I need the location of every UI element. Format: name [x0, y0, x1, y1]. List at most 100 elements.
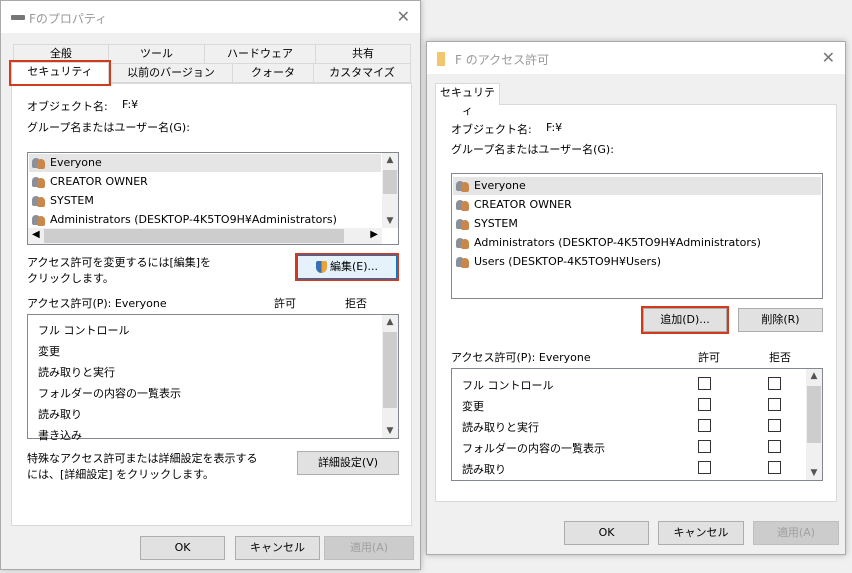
tab-label: 以前のバージョン — [127, 66, 215, 79]
tab-tools[interactable]: ツール — [108, 44, 205, 64]
button-label: キャンセル — [673, 526, 729, 539]
user-group-icon — [32, 176, 46, 188]
permissions-list[interactable]: フル コントロール 変更 読み取りと実行 フォルダーの内容の一覧表示 読み取り … — [27, 314, 399, 442]
add-button[interactable]: 追加(D)... — [641, 306, 729, 334]
permission-list-folder: フォルダーの内容の一覧表示 — [462, 442, 605, 455]
button-label: キャンセル — [250, 541, 305, 554]
button-label: OK — [598, 526, 615, 539]
button-label: 詳細設定(V) — [317, 456, 379, 469]
group-label: グループ名またはユーザー名(G): — [27, 121, 190, 134]
allow-checkbox[interactable] — [698, 377, 711, 390]
user-group-icon — [456, 256, 470, 268]
deny-checkbox[interactable] — [768, 398, 781, 411]
tab-label: セキュリティ — [27, 65, 93, 78]
scroll-down-icon[interactable]: ▼ — [806, 468, 822, 478]
user-name: SYSTEM — [474, 217, 518, 230]
user-name: Everyone — [474, 179, 526, 192]
button-label: 適用(A) — [349, 541, 389, 554]
allow-checkbox[interactable] — [698, 461, 711, 474]
tab-sharing[interactable]: 共有 — [315, 44, 411, 64]
button-label: 適用(A) — [776, 526, 816, 539]
scroll-up-icon[interactable]: ▲ — [382, 317, 398, 327]
scroll-right-icon[interactable]: ▶ — [370, 229, 378, 240]
list-item[interactable]: Users (DESKTOP-4K5TO9H¥Users) — [456, 253, 661, 271]
tab-label: 共有 — [352, 47, 374, 60]
user-group-icon — [456, 199, 470, 211]
apply-button[interactable]: 適用(A) — [324, 536, 414, 560]
folder-icon — [437, 52, 445, 66]
advanced-button[interactable]: 詳細設定(V) — [297, 451, 399, 475]
allow-header: 許可 — [698, 351, 720, 364]
tab-label: ハードウェア — [227, 47, 293, 60]
edit-hint-line1: アクセス許可を変更するには[編集]を — [27, 256, 212, 269]
user-name: Users (DESKTOP-4K5TO9H¥Users) — [474, 255, 662, 268]
user-list[interactable]: Everyone CREATOR OWNER SYSTEM Administra… — [27, 152, 399, 245]
vertical-scrollbar[interactable]: ▲ ▼ — [806, 369, 822, 480]
user-list[interactable]: Everyone CREATOR OWNER SYSTEM Administra… — [451, 173, 823, 299]
tab-label: ツール — [140, 47, 173, 60]
scroll-left-icon[interactable]: ◀ — [32, 229, 40, 240]
vertical-scrollbar[interactable]: ▲ ▼ — [382, 153, 398, 228]
list-item[interactable]: SYSTEM — [32, 192, 94, 210]
close-icon[interactable]: ✕ — [397, 7, 410, 26]
tab-customize[interactable]: カスタマイズ — [313, 63, 411, 83]
horizontal-scrollbar[interactable]: ◀ ▶ — [28, 228, 382, 244]
user-group-icon — [32, 214, 46, 226]
tab-security[interactable]: セキュリティ — [9, 60, 111, 86]
list-item[interactable]: CREATOR OWNER — [32, 173, 148, 191]
edit-button[interactable]: 編集(E)... — [295, 253, 399, 281]
list-item[interactable]: Administrators (DESKTOP-4K5TO9H¥Administ… — [456, 234, 761, 252]
scroll-up-icon[interactable]: ▲ — [382, 155, 398, 165]
list-item[interactable]: SYSTEM — [456, 215, 518, 233]
list-item[interactable]: Administrators (DESKTOP-4K5TO9H¥Administ… — [32, 211, 337, 229]
security-panel: オブジェクト名: F:¥ グループ名またはユーザー名(G): Everyone … — [435, 104, 837, 502]
scroll-down-icon[interactable]: ▼ — [382, 426, 398, 436]
apply-button[interactable]: 適用(A) — [753, 521, 839, 545]
shield-icon — [315, 261, 327, 273]
permission-modify: 変更 — [462, 400, 484, 413]
permissions-header: アクセス許可(P): Everyone — [451, 351, 591, 364]
close-icon[interactable]: ✕ — [822, 48, 835, 67]
deny-checkbox[interactable] — [768, 461, 781, 474]
user-name: Administrators (DESKTOP-4K5TO9H¥Administ… — [474, 236, 761, 249]
tab-general[interactable]: 全般 — [13, 44, 109, 64]
allow-checkbox[interactable] — [698, 440, 711, 453]
deny-checkbox[interactable] — [768, 377, 781, 390]
user-group-icon — [456, 237, 470, 249]
button-label: OK — [174, 541, 191, 554]
scroll-up-icon[interactable]: ▲ — [806, 371, 822, 381]
deny-checkbox[interactable] — [768, 440, 781, 453]
permission-full-control: フル コントロール — [38, 324, 130, 337]
allow-checkbox[interactable] — [698, 419, 711, 432]
cancel-button[interactable]: キャンセル — [235, 536, 320, 560]
deny-header: 拒否 — [769, 351, 791, 364]
remove-button[interactable]: 削除(R) — [738, 308, 823, 332]
tab-hardware[interactable]: ハードウェア — [204, 44, 316, 64]
list-item[interactable]: Everyone — [453, 177, 821, 195]
list-item[interactable]: Everyone — [29, 154, 381, 172]
permission-full-control: フル コントロール — [462, 379, 554, 392]
vertical-scrollbar[interactable]: ▲ ▼ — [382, 315, 398, 438]
button-label: 編集(E)... — [329, 260, 379, 273]
user-name: Administrators (DESKTOP-4K5TO9H¥Administ… — [50, 213, 337, 226]
drive-icon — [11, 15, 25, 20]
tab-previous-versions[interactable]: 以前のバージョン — [109, 63, 233, 83]
permissions-header: アクセス許可(P): Everyone — [27, 297, 167, 310]
scroll-down-icon[interactable]: ▼ — [382, 216, 398, 226]
tab-label: 全般 — [50, 47, 72, 60]
permissions-list[interactable]: フル コントロール 変更 読み取りと実行 フォルダーの内容の一覧表示 読み取り … — [451, 368, 823, 481]
tab-security[interactable]: セキュリティ — [435, 83, 500, 117]
tab-quota[interactable]: クォータ — [232, 63, 314, 83]
list-item[interactable]: CREATOR OWNER — [456, 196, 572, 214]
ok-button[interactable]: OK — [564, 521, 649, 545]
properties-window: Fのプロパティ ✕ 全般 ツール ハードウェア 共有 以前のバージョン クォータ… — [0, 0, 421, 570]
advanced-hint-line2: には、[詳細設定] をクリックします。 — [27, 468, 214, 481]
allow-checkbox[interactable] — [698, 398, 711, 411]
title-bar: Fのプロパティ ✕ — [1, 1, 420, 33]
cancel-button[interactable]: キャンセル — [658, 521, 744, 545]
ok-button[interactable]: OK — [140, 536, 225, 560]
object-name-label: オブジェクト名: — [451, 123, 532, 136]
permission-read: 読み取り — [462, 463, 506, 476]
permissions-window: F のアクセス許可 ✕ オブジェクト名: F:¥ グループ名またはユーザー名(G… — [426, 41, 846, 555]
deny-checkbox[interactable] — [768, 419, 781, 432]
